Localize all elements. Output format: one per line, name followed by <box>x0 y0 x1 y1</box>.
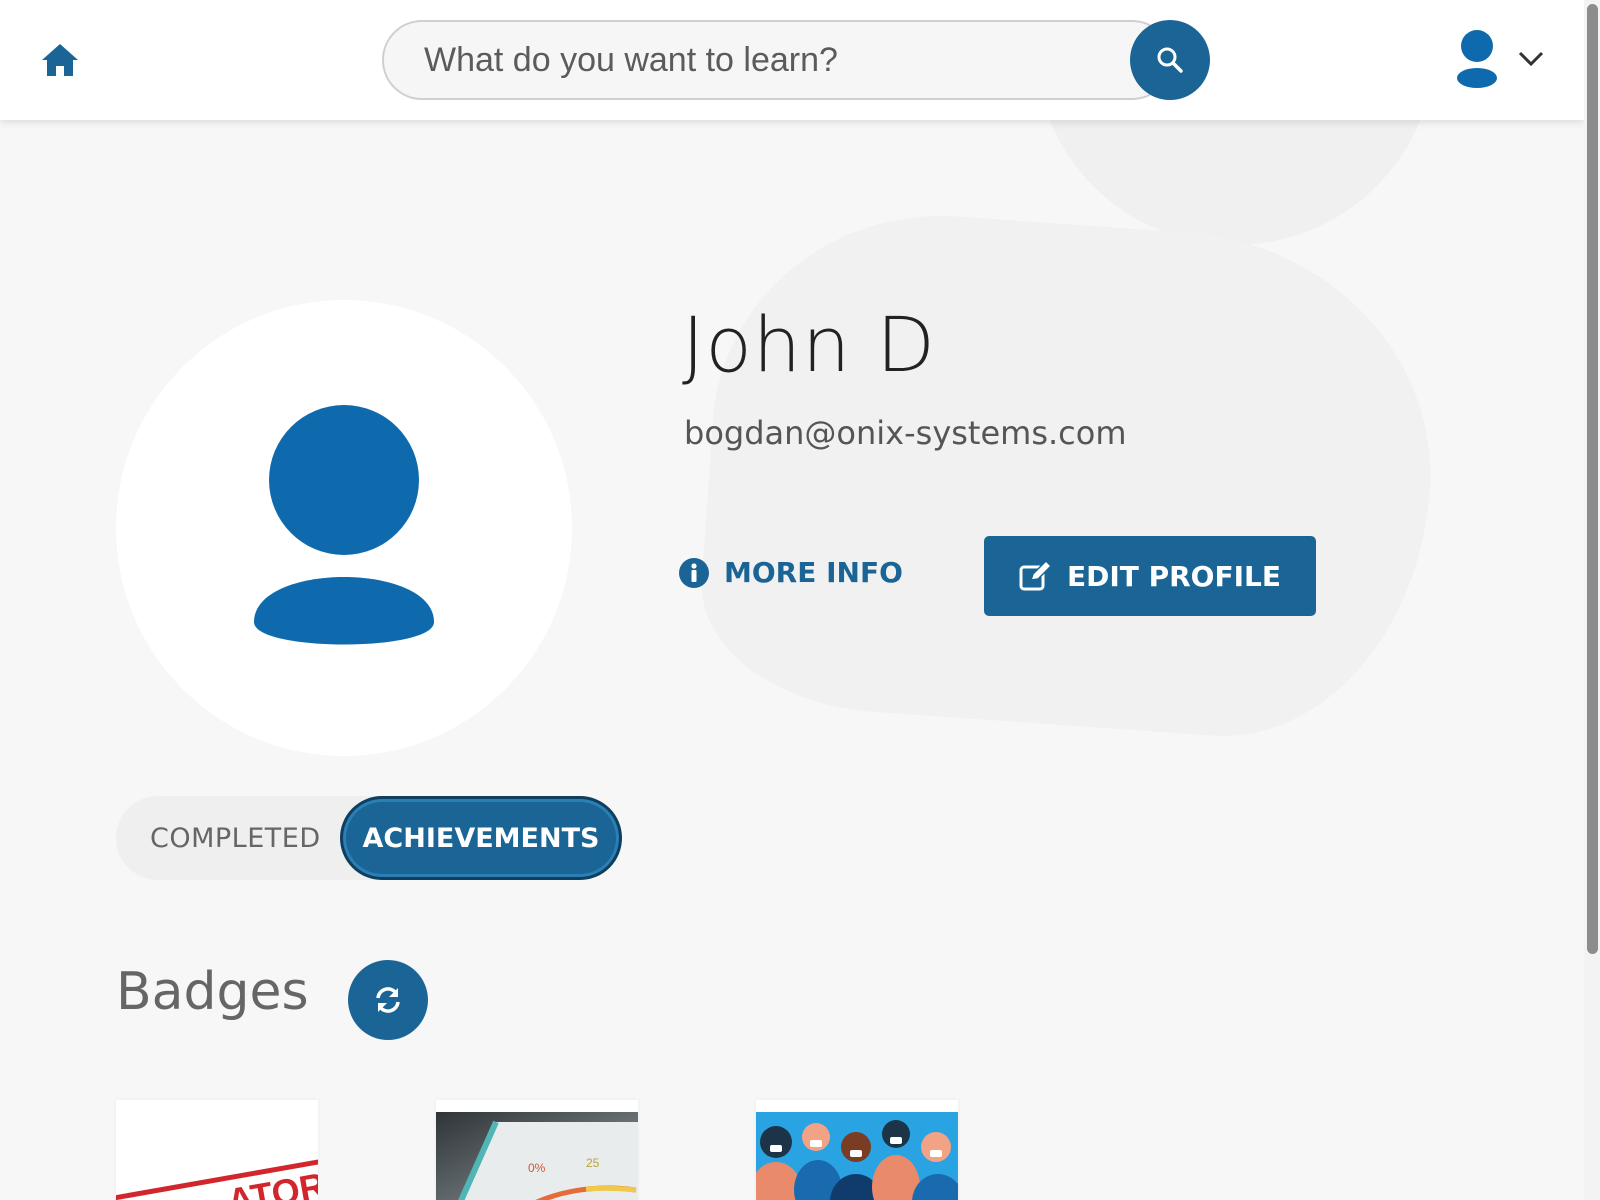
badge-card[interactable]: ATORY <box>116 1100 318 1200</box>
user-icon <box>1457 30 1497 88</box>
profile-email: bogdan@onix-systems.com <box>684 414 1127 452</box>
more-info-label: MORE INFO <box>724 556 903 589</box>
tab-completed[interactable]: COMPLETED <box>150 796 321 880</box>
crowd-masks-image <box>756 1112 958 1200</box>
search-button[interactable] <box>1130 20 1210 100</box>
user-icon <box>254 405 434 645</box>
edit-profile-label: EDIT PROFILE <box>1066 559 1282 593</box>
home-icon <box>42 44 78 76</box>
profile-avatar <box>116 300 572 756</box>
home-button[interactable] <box>36 38 84 82</box>
search-bar <box>382 20 1212 100</box>
edit-profile-button[interactable]: EDIT PROFILE <box>984 536 1316 616</box>
background-shape <box>693 200 1447 750</box>
more-info-button[interactable]: MORE INFO <box>678 556 903 589</box>
gauge-meter-image: 0% 25 <box>436 1112 638 1200</box>
info-icon <box>679 557 709 588</box>
gauge-label: 0% <box>528 1161 546 1175</box>
mandatory-stamp-image: ATORY <box>116 1112 318 1200</box>
scrollbar-thumb[interactable] <box>1587 4 1598 954</box>
profile-name: John D <box>682 300 936 389</box>
badge-card[interactable]: 0% 25 <box>436 1100 638 1200</box>
refresh-badges-button[interactable] <box>348 960 428 1040</box>
chevron-down-icon <box>1518 51 1544 67</box>
refresh-icon <box>376 987 400 1013</box>
badge-card[interactable] <box>756 1100 958 1200</box>
badges-title: Badges <box>116 962 309 1022</box>
top-nav-bar <box>0 0 1584 120</box>
gauge-label: 25 <box>586 1156 600 1170</box>
edit-icon <box>1019 560 1053 591</box>
search-input[interactable] <box>382 20 1172 100</box>
tab-achievements[interactable]: ACHIEVEMENTS <box>340 796 622 880</box>
search-icon <box>1157 47 1183 73</box>
profile-tabs: COMPLETED ACHIEVEMENTS <box>116 796 622 880</box>
user-menu[interactable] <box>1454 26 1564 92</box>
